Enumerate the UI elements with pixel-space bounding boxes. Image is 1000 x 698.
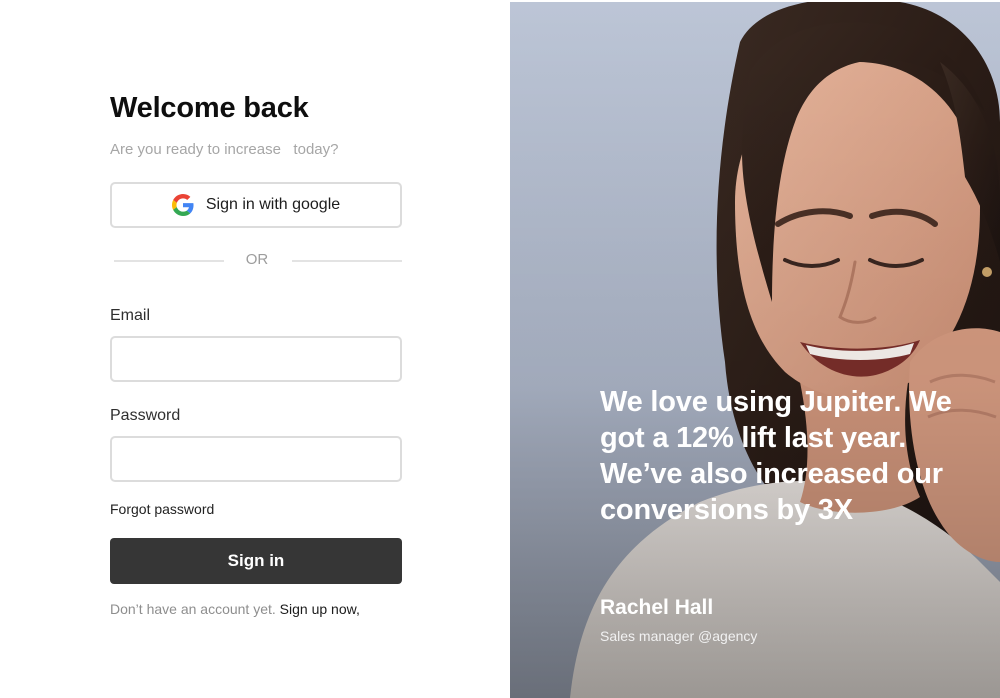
testimonial-panel: We love using Jupiter. We got a 12% lift…	[510, 2, 1000, 698]
forgot-password-link[interactable]: Forgot password	[110, 501, 214, 517]
or-divider: OR	[110, 250, 402, 270]
sign-up-link[interactable]: Sign up now,	[280, 601, 360, 617]
page-subtitle: Are you ready to increase today?	[110, 141, 339, 158]
password-field[interactable]	[110, 436, 402, 482]
testimonial-quote: We love using Jupiter. We got a 12% lift…	[600, 386, 952, 526]
page-title: Welcome back	[110, 92, 309, 124]
divider-line-right	[292, 260, 402, 262]
google-signin-label: Sign in with google	[205, 196, 341, 213]
email-field[interactable]	[110, 336, 402, 382]
password-label: Password	[110, 407, 181, 424]
email-label: Email	[110, 307, 151, 324]
google-signin-button[interactable]: Sign in with google	[110, 182, 402, 228]
smiling-woman-photo	[510, 2, 1000, 698]
signup-prompt: Don’t have an account yet. Sign up now,	[110, 601, 360, 617]
login-page: Welcome back Are you ready to increase t…	[0, 0, 1000, 698]
no-account-text: Don’t have an account yet.	[110, 601, 276, 617]
sign-in-button[interactable]: Sign in	[110, 538, 402, 584]
google-icon	[171, 194, 194, 216]
testimonial-role: Sales manager @agency	[600, 628, 758, 644]
testimonial-author: Rachel Hall	[600, 596, 714, 619]
